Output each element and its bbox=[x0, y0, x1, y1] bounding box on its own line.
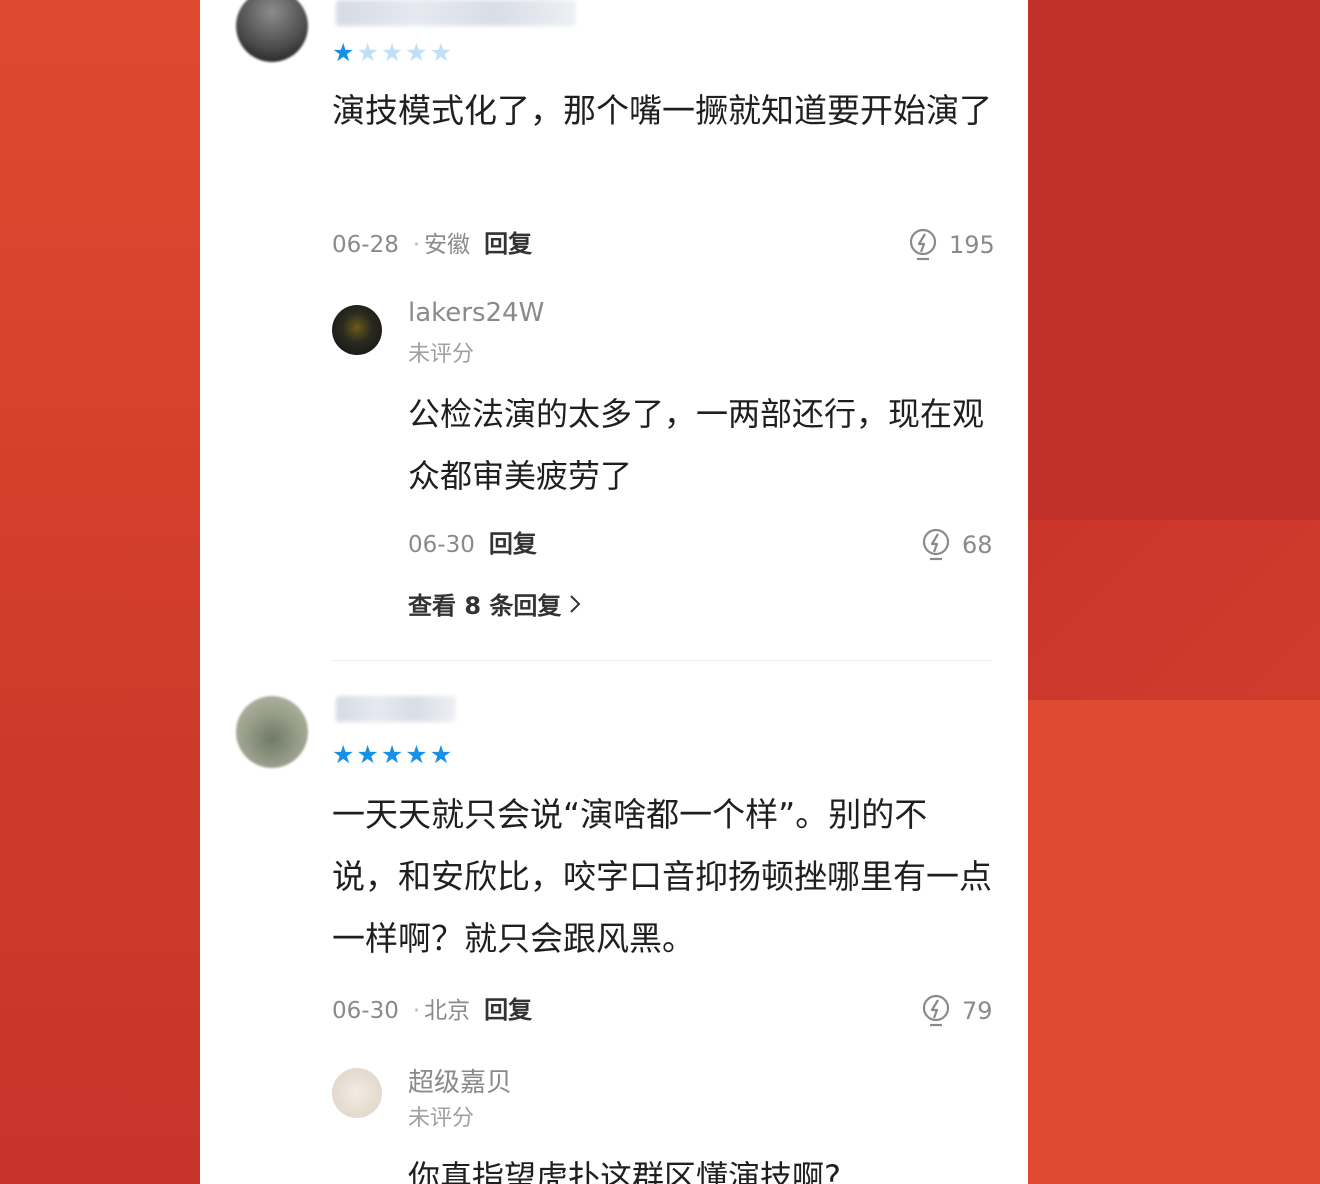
reply-date: 06-30 bbox=[408, 532, 475, 558]
lightbulb-icon bbox=[909, 228, 937, 261]
star-icon: ★ bbox=[405, 740, 428, 769]
like-button[interactable]: 195 bbox=[907, 228, 995, 262]
avatar[interactable] bbox=[332, 305, 382, 355]
lightbulb-icon bbox=[922, 994, 950, 1027]
comment-meta: 06-30 · 北京 回复 bbox=[332, 996, 533, 1024]
star-icon: ★ bbox=[429, 38, 453, 67]
star-icon: ★ bbox=[429, 740, 453, 769]
lightbulb-icon bbox=[922, 528, 950, 561]
reply-username[interactable]: lakers24W bbox=[408, 298, 544, 328]
comment-location: 安徽 bbox=[424, 232, 471, 258]
like-count: 195 bbox=[949, 231, 995, 259]
comment-text: 演技模式化了，那个嘴一撅就知道要开始演了 bbox=[332, 91, 992, 130]
reply-rating-label: 未评分 bbox=[408, 342, 475, 367]
username-blurred bbox=[336, 0, 576, 26]
rating-stars: ★ ★ ★ ★ ★ bbox=[332, 742, 452, 767]
chevron-right-icon bbox=[570, 594, 581, 613]
comment-text: 一天天就只会说“演啥都一个样”。别的不说，和安欣比，咬字口音抑扬顿挫哪里有一点一… bbox=[332, 795, 992, 958]
background-shape bbox=[1028, 0, 1320, 520]
comment-location: 北京 bbox=[424, 998, 471, 1024]
like-button[interactable]: 79 bbox=[920, 994, 993, 1028]
comment-panel: ★ ★ ★ ★ ★ 演技模式化了，那个嘴一撅就知道要开始演了 06-28 · 安徽回… bbox=[200, 0, 1028, 1184]
avatar[interactable] bbox=[236, 0, 308, 62]
comment-meta: 06-28 · 安徽 回复 bbox=[332, 230, 533, 258]
star-icon: ★ bbox=[405, 38, 428, 67]
avatar[interactable] bbox=[236, 696, 308, 768]
background-shape bbox=[1028, 700, 1320, 1184]
like-button[interactable]: 68 bbox=[920, 528, 993, 562]
reply-text: 你真指望虎扑这群区懂演技啊? bbox=[408, 1158, 841, 1184]
star-icon: ★ bbox=[380, 740, 404, 769]
rating-stars: ★ ★ ★ ★ ★ bbox=[332, 40, 452, 65]
reply-button[interactable]: 回复 bbox=[484, 230, 532, 258]
reply-button[interactable]: 回复 bbox=[484, 996, 532, 1024]
reply-text: 公检法演的太多了，一两部还行，现在观众都审美疲劳了 bbox=[408, 395, 985, 495]
divider bbox=[332, 660, 992, 661]
like-count: 68 bbox=[962, 531, 993, 559]
username-blurred bbox=[336, 696, 456, 722]
reply-button[interactable]: 回复 bbox=[489, 530, 537, 558]
reply-rating-label: 未评分 bbox=[408, 1106, 475, 1131]
star-icon: ★ bbox=[356, 38, 379, 67]
avatar[interactable] bbox=[332, 1068, 382, 1118]
comment-date: 06-28 bbox=[332, 232, 399, 258]
reply-username[interactable]: 超级嘉贝 bbox=[408, 1062, 512, 1099]
star-icon: ★ bbox=[356, 740, 379, 769]
view-more-replies-link[interactable]: 查看 8 条回复 bbox=[408, 586, 583, 621]
reply-meta: 06-30 回复 bbox=[408, 529, 537, 560]
comment-date: 06-30 bbox=[332, 998, 399, 1024]
star-icon: ★ bbox=[380, 38, 404, 67]
view-more-label: 查看 8 条回复 bbox=[408, 592, 562, 620]
background-shape bbox=[0, 0, 200, 1184]
star-icon: ★ bbox=[332, 38, 355, 67]
like-count: 79 bbox=[962, 997, 993, 1025]
star-icon: ★ bbox=[332, 740, 355, 769]
